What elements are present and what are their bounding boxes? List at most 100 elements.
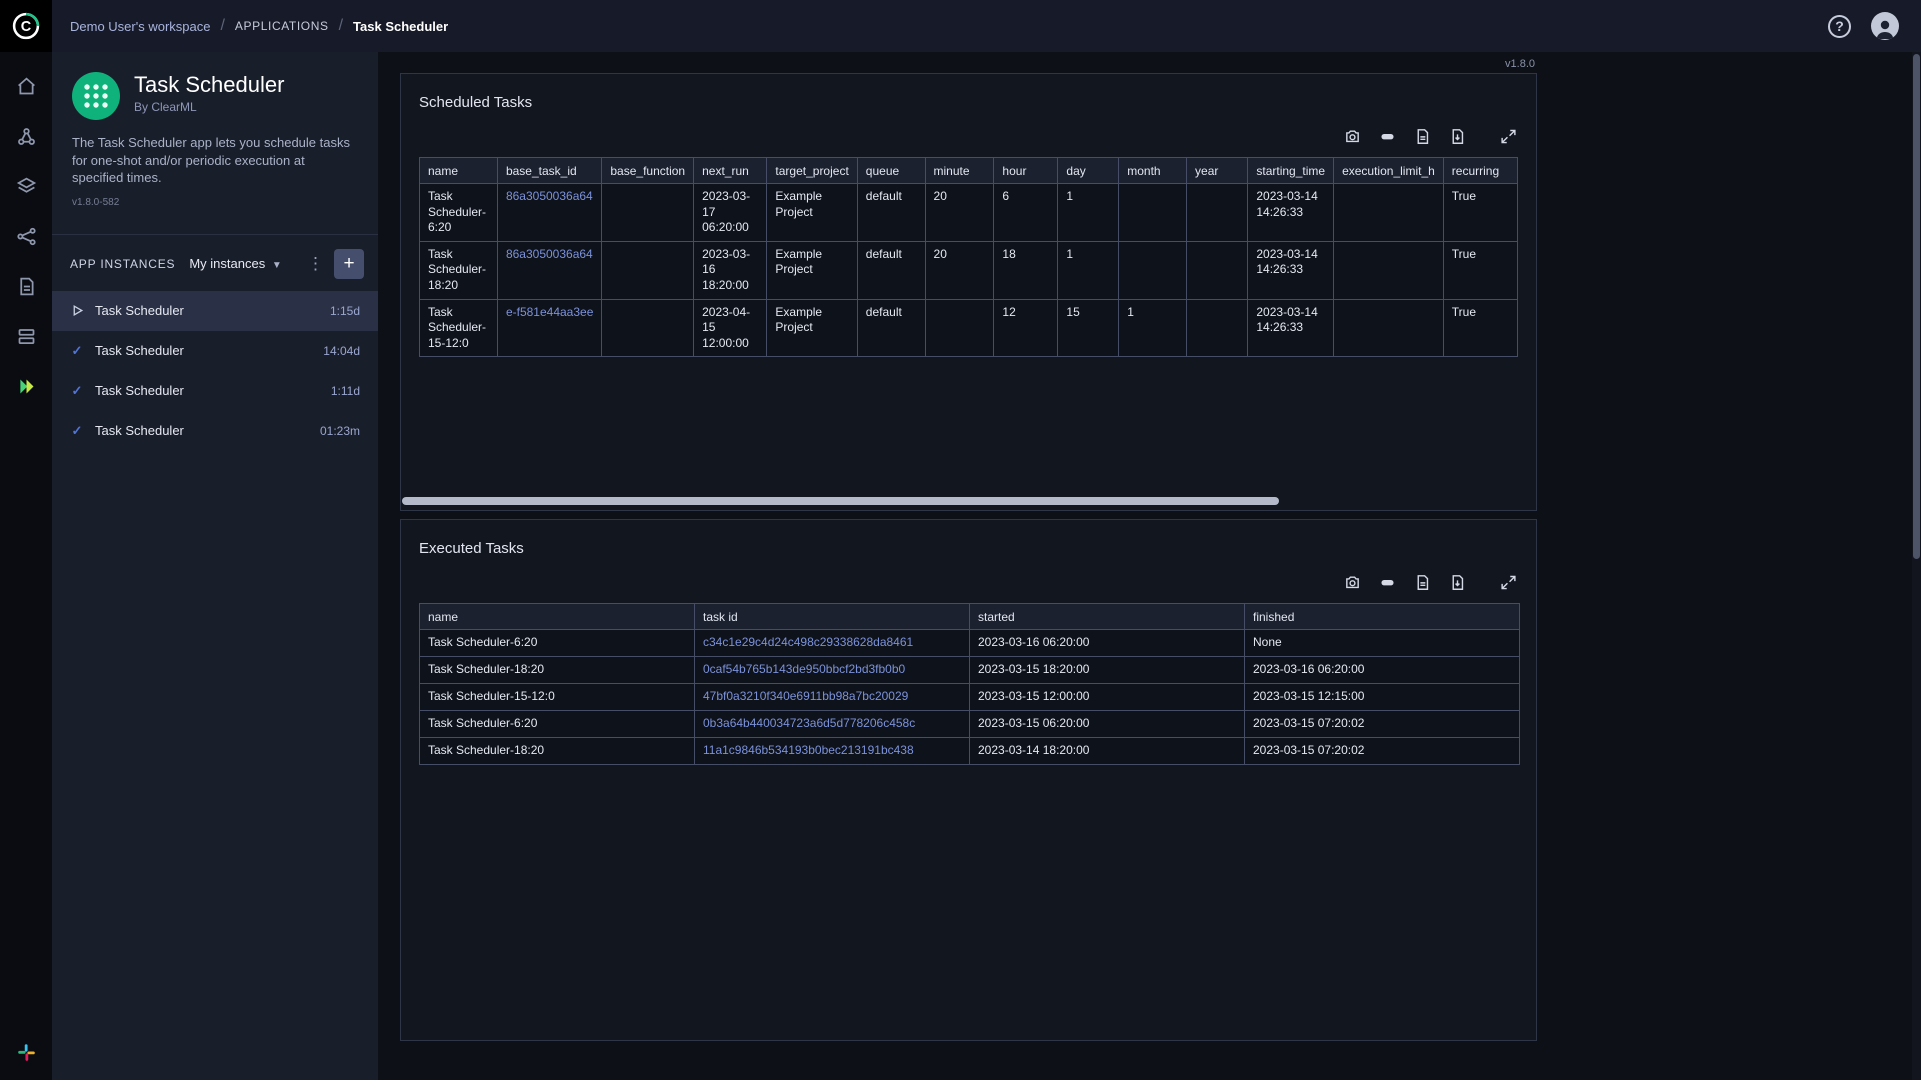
- task-id-link[interactable]: 11a1c9846b534193b0bec213191bc438: [703, 743, 914, 757]
- top-bar-actions: ?: [1828, 12, 1921, 40]
- kebab-menu-icon[interactable]: ⋮: [297, 255, 334, 272]
- executed-tasks-table: name task id started finished Task Scheduler…: [419, 603, 1520, 765]
- running-status-icon: [68, 304, 86, 317]
- task-id-link[interactable]: c34c1e29c4d24c498c29338628da8461: [703, 635, 913, 649]
- app-byline: By ClearML: [134, 100, 197, 115]
- table-cell: 0b3a64b440034723a6d5d778206c458c: [694, 710, 970, 738]
- table-cell: None: [1244, 629, 1520, 657]
- column-header: target_project: [766, 157, 858, 184]
- column-header: execution_limit_h: [1333, 157, 1444, 184]
- maximize-icon[interactable]: [1498, 573, 1518, 591]
- instances-filter-dropdown[interactable]: My instances ▼: [189, 256, 281, 271]
- help-icon[interactable]: ?: [1828, 14, 1851, 38]
- table-header-row: name base_task_id base_function next_run tar…: [419, 157, 1519, 184]
- table-cell: 86a3050036a64: [496, 183, 603, 242]
- table-cell: 2023-03-14 14:26:33: [1247, 298, 1335, 358]
- column-header: starting_time: [1247, 157, 1335, 184]
- instance-row[interactable]: ✓ Task Scheduler 01:23m: [52, 411, 378, 451]
- scheduled-tasks-panel: Scheduled Tasks name base_task_id base_f…: [400, 73, 1537, 511]
- table-cell: [1186, 298, 1249, 358]
- table-cell: [601, 183, 695, 242]
- camera-icon[interactable]: [1342, 127, 1362, 145]
- eraser-icon[interactable]: [1377, 573, 1397, 591]
- table-cell: 2023-03-14 14:26:33: [1247, 183, 1335, 242]
- table-cell: [1186, 183, 1249, 242]
- task-id-link[interactable]: 86a3050036a64: [506, 247, 593, 261]
- scheduled-tasks-title: Scheduled Tasks: [419, 94, 533, 111]
- app-version: v1.8.0-582: [72, 196, 120, 208]
- table-cell: 47bf0a3210f340e6911bb98a7bc20029: [694, 683, 970, 711]
- sidebar-item-projects[interactable]: [14, 124, 38, 148]
- column-header: minute: [924, 157, 995, 184]
- sidebar-item-pipelines[interactable]: [14, 224, 38, 248]
- instance-row[interactable]: ✓ Task Scheduler 14:04d: [52, 331, 378, 371]
- column-header: name: [419, 157, 498, 184]
- table-cell: 2023-03-15 06:20:00: [969, 710, 1245, 738]
- table-cell: True: [1442, 298, 1519, 358]
- download-icon[interactable]: [1447, 573, 1467, 591]
- table-cell: Example Project: [766, 298, 858, 358]
- table-row: Task Scheduler-15-12:0 47bf0a3210f340e691…: [419, 683, 1520, 711]
- app-instances-bar: APP INSTANCES My instances ▼ ⋮ +: [52, 235, 378, 291]
- task-id-link[interactable]: 0caf54b765b143de950bbcf2bd3fb0b0: [703, 662, 905, 676]
- table-cell: Task Scheduler-18:20: [419, 240, 498, 300]
- breadcrumb-applications[interactable]: APPLICATIONS: [235, 19, 329, 33]
- table-row: Task Scheduler-6:20 86a3050036a64 2023-03-…: [419, 183, 1519, 242]
- workers-queues-icon: [18, 328, 34, 344]
- download-icon[interactable]: [1447, 127, 1467, 145]
- breadcrumb-workspace[interactable]: Demo User's workspace: [70, 19, 210, 34]
- table-cell: Example Project: [766, 183, 858, 242]
- table-row: Task Scheduler-6:20 0b3a64b440034723a6d5d…: [419, 710, 1520, 738]
- table-cell: Task Scheduler-18:20: [419, 656, 695, 684]
- table-cell: default: [856, 183, 926, 242]
- sidebar-item-datasets[interactable]: [14, 174, 38, 198]
- task-id-link[interactable]: e-f581e44aa3ee: [506, 305, 593, 319]
- sidebar-item-workers-queues[interactable]: [14, 324, 38, 348]
- top-bar: C Demo User's workspace / APPLICATIONS /…: [0, 0, 1921, 52]
- instances-filter-value: My instances: [189, 256, 266, 272]
- add-instance-button[interactable]: +: [334, 248, 364, 279]
- eraser-icon[interactable]: [1377, 127, 1397, 145]
- sidebar-item-slack[interactable]: [14, 1040, 38, 1064]
- csv-export-icon[interactable]: [1412, 573, 1432, 591]
- clearml-logo-icon: C: [12, 12, 40, 40]
- table-cell: 2023-03-15 07:20:02: [1244, 710, 1520, 738]
- table-cell: 2023-03-15 07:20:02: [1244, 737, 1520, 765]
- table-cell: 1: [1057, 240, 1120, 300]
- svg-text:C: C: [21, 19, 32, 35]
- table-cell: 1: [1057, 183, 1120, 242]
- table-cell: [1333, 183, 1444, 242]
- table-cell: 2023-03-16 06:20:00: [969, 629, 1245, 657]
- scheduled-tasks-table: name base_task_id base_function next_run tar…: [419, 157, 1519, 358]
- table-cell: default: [856, 298, 926, 358]
- task-id-link[interactable]: 0b3a64b440034723a6d5d778206c458c: [703, 716, 915, 730]
- maximize-icon[interactable]: [1498, 127, 1518, 145]
- horizontal-scrollbar-thumb[interactable]: [402, 497, 1279, 505]
- instance-row[interactable]: ✓ Task Scheduler 1:11d: [52, 371, 378, 411]
- column-header: base_task_id: [496, 157, 603, 184]
- column-header: started: [969, 603, 1245, 630]
- avatar[interactable]: [1871, 12, 1899, 40]
- task-id-link[interactable]: 47bf0a3210f340e6911bb98a7bc20029: [703, 689, 908, 703]
- pipelines-icon: [16, 227, 36, 245]
- table-cell: 86a3050036a64: [496, 240, 603, 300]
- breadcrumb-separator: /: [338, 17, 344, 34]
- table-cell: 1: [1118, 298, 1188, 358]
- clearml-logo[interactable]: C: [0, 0, 52, 52]
- instance-row[interactable]: Task Scheduler 1:15d: [52, 290, 378, 331]
- table-cell: e-f581e44aa3ee: [496, 298, 603, 358]
- table-cell: Task Scheduler-15-12:0: [419, 298, 498, 358]
- table-cell: 18: [993, 240, 1059, 300]
- vertical-scrollbar-thumb[interactable]: [1913, 54, 1920, 559]
- task-id-link[interactable]: 86a3050036a64: [506, 189, 593, 203]
- column-header: queue: [856, 157, 926, 184]
- sidebar-item-home[interactable]: [14, 74, 38, 98]
- completed-check-icon: ✓: [71, 422, 83, 438]
- sidebar-item-applications[interactable]: [14, 374, 38, 398]
- csv-export-icon[interactable]: [1412, 127, 1432, 145]
- camera-icon[interactable]: [1342, 573, 1362, 591]
- table-cell: [924, 298, 995, 358]
- reports-icon: [19, 277, 33, 295]
- sidebar-item-reports[interactable]: [14, 274, 38, 298]
- instance-runtime: 01:23m: [319, 423, 360, 438]
